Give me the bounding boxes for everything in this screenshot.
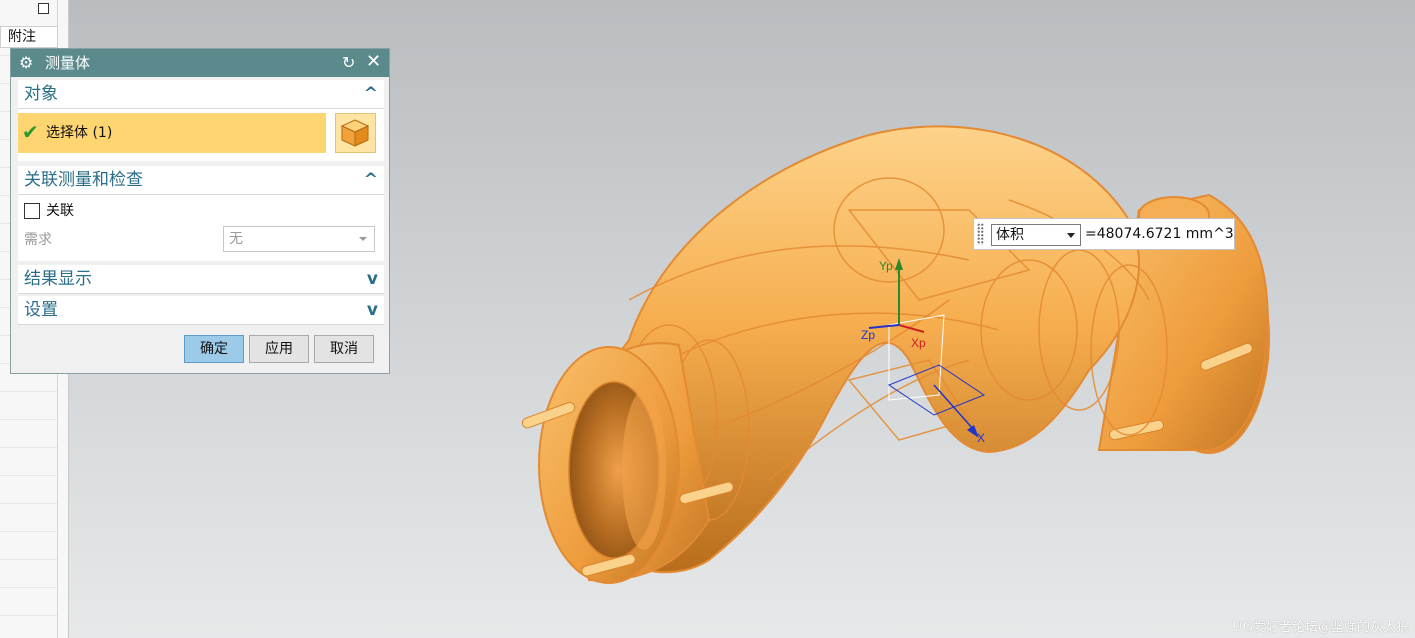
axis-label-zp: Zp xyxy=(861,328,875,342)
associative-label: 关联 xyxy=(46,203,74,219)
apply-button[interactable]: 应用 xyxy=(249,335,309,363)
measure-type-value: 体积 xyxy=(996,227,1024,243)
measure-readout: 体积 =48074.6721 mm^3 xyxy=(973,218,1235,250)
chevron-down-icon xyxy=(359,237,367,241)
select-body-row[interactable]: ✔ 选择体 (1) xyxy=(18,113,326,153)
chevron-up-icon: ^ xyxy=(363,84,378,104)
watermark: UG爱好者论坛@坚强的灰太狼 xyxy=(1231,620,1409,635)
requirement-value: 无 xyxy=(229,231,243,247)
axis-label-x: X xyxy=(977,431,985,445)
requirement-label: 需求 xyxy=(24,232,52,248)
gear-icon: ⚙ xyxy=(19,53,34,72)
axis-label-xp: Xp xyxy=(911,336,926,350)
section-assoc-title: 关联测量和检查 xyxy=(24,170,143,190)
drag-grip-icon[interactable] xyxy=(977,223,984,245)
select-body-button[interactable] xyxy=(335,113,376,153)
section-settings-header[interactable]: 设置 v xyxy=(18,296,384,325)
chevron-down-icon xyxy=(1067,233,1075,238)
dialog-title: 测量体 xyxy=(45,54,91,72)
close-icon[interactable]: ✕ xyxy=(366,52,381,72)
restore-window-icon[interactable] xyxy=(38,3,49,14)
section-object-body: ✔ 选择体 (1) xyxy=(18,109,384,161)
associative-checkbox[interactable] xyxy=(24,203,40,219)
note-item[interactable]: 附注 xyxy=(0,26,58,48)
axis-label-yp: Yp xyxy=(879,259,893,273)
select-body-label: 选择体 (1) xyxy=(46,125,113,141)
cube-icon xyxy=(340,119,370,147)
measure-body-dialog: ⚙ 测量体 ↻ ✕ 对象 ^ ✔ 选择体 (1) 关联测量和检查 ^ 关联 需求… xyxy=(10,48,390,374)
chevron-down-icon: v xyxy=(366,300,378,320)
checkmark-icon: ✔ xyxy=(22,120,39,144)
section-settings-title: 设置 xyxy=(24,300,58,320)
cancel-button[interactable]: 取消 xyxy=(314,335,374,363)
section-results-title: 结果显示 xyxy=(24,269,92,289)
section-object-header[interactable]: 对象 ^ xyxy=(18,80,384,109)
section-assoc-header[interactable]: 关联测量和检查 ^ xyxy=(18,166,384,195)
section-object-title: 对象 xyxy=(24,84,58,104)
section-results-header[interactable]: 结果显示 v xyxy=(18,265,384,294)
chevron-up-icon: ^ xyxy=(363,170,378,190)
chevron-down-icon: v xyxy=(366,269,378,289)
dialog-titlebar[interactable]: ⚙ 测量体 ↻ ✕ xyxy=(11,49,389,77)
reset-icon[interactable]: ↻ xyxy=(342,53,355,73)
volume-value: =48074.6721 mm^3 xyxy=(1085,226,1234,242)
requirement-dropdown: 无 xyxy=(223,226,375,252)
ok-button[interactable]: 确定 xyxy=(184,335,244,363)
measure-type-dropdown[interactable]: 体积 xyxy=(991,224,1081,246)
